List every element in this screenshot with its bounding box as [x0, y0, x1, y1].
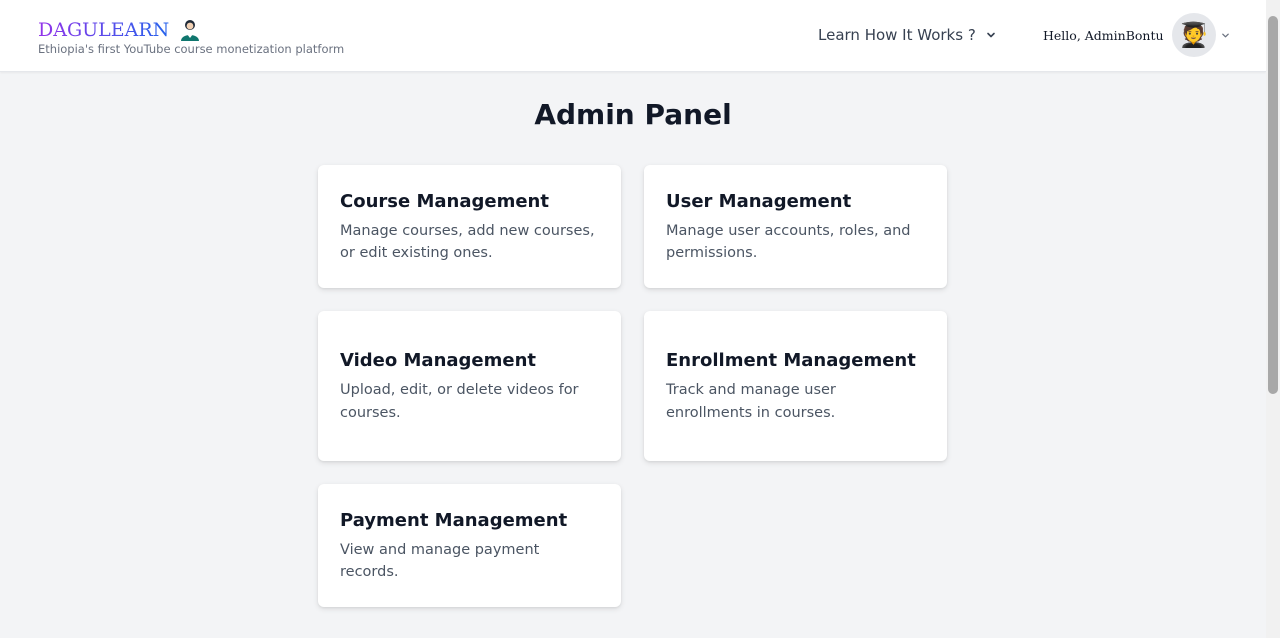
card-user-management[interactable]: User Management Manage user accounts, ro… — [644, 165, 947, 288]
brand-name[interactable]: DAGULEARN — [38, 16, 169, 44]
chevron-down-icon — [986, 32, 995, 38]
page-title: Admin Panel — [534, 98, 732, 131]
card-payment-management[interactable]: Payment Management View and manage payme… — [318, 484, 621, 607]
card-title: Video Management — [340, 350, 537, 371]
chevron-down-icon — [1221, 33, 1229, 37]
brand[interactable]: DAGULEARN Ethiopia's first YouTube cours… — [38, 16, 344, 56]
learn-how-it-works-menu[interactable]: Learn How It Works ? — [818, 24, 996, 46]
card-enrollment-management[interactable]: Enrollment Management Track and manage u… — [644, 311, 947, 461]
top-navbar: DAGULEARN Ethiopia's first YouTube cours… — [0, 0, 1266, 72]
card-description: Manage user accounts, roles, and permiss… — [666, 222, 911, 262]
card-title: User Management — [666, 190, 852, 212]
tagline: Ethiopia's first YouTube course monetiza… — [38, 42, 345, 56]
card-title: Course Management — [340, 190, 549, 212]
card-title: Enrollment Management — [666, 350, 916, 371]
learn-menu-label: Learn How It Works ? — [818, 26, 976, 44]
card-video-management[interactable]: Video Management Upload, edit, or delete… — [318, 311, 621, 461]
card-description: Track and manage user enrollments in cou… — [666, 382, 836, 421]
card-course-management[interactable]: Course Management Manage courses, add ne… — [318, 165, 621, 288]
vertical-scrollbar[interactable] — [1266, 0, 1280, 638]
avatar[interactable]: 🧑‍🎓 — [1171, 13, 1216, 57]
user-greeting: Hello, AdminBontu — [1043, 27, 1164, 43]
card-title: Payment Management — [340, 509, 568, 531]
card-description: Upload, edit, or delete videos for cours… — [340, 382, 579, 421]
scrollbar-thumb[interactable] — [1268, 16, 1278, 394]
user-menu[interactable]: Hello, AdminBontu 🧑‍🎓 — [1043, 13, 1230, 57]
card-description: View and manage payment records. — [340, 541, 540, 581]
graduate-person-icon — [181, 20, 200, 41]
card-description: Manage courses, add new courses, or edit… — [340, 222, 595, 262]
